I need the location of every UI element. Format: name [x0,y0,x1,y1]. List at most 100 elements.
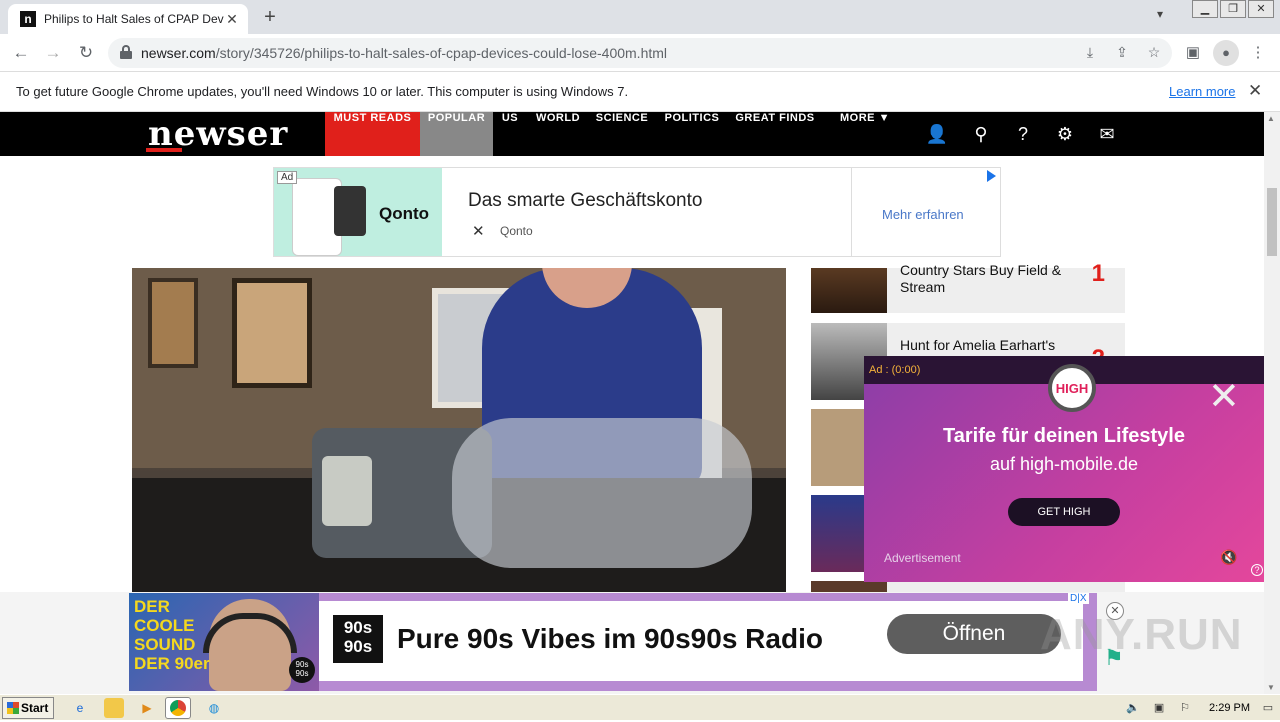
back-arrow-icon[interactable]: ← [8,40,34,66]
browser-toolbar: ← → ↻ newser.com/story/345726/philips-to… [0,34,1280,72]
nav-must-reads[interactable]: MUST READS [325,112,420,156]
x-brand-icon: ✕ [472,223,485,240]
restore-button[interactable]: ❐ [1220,0,1246,18]
nav-us[interactable]: US [497,112,523,156]
scroll-up-icon[interactable]: ▲ [1267,114,1275,123]
nav-politics[interactable]: POLITICS [661,112,723,156]
help-icon[interactable]: ? [1011,122,1035,146]
photo-cpap-mask [452,418,752,568]
list-item[interactable]: Country Stars Buy Field & Stream 1 [811,260,1125,313]
adchoices-icon[interactable] [987,170,996,182]
network-icon[interactable]: ▣ [1151,701,1167,715]
reload-icon[interactable]: ↻ [73,40,99,66]
top-ad-banner[interactable]: Qonto Ad Das smarte Geschäftskonto ✕ Qon… [273,167,1001,257]
nav-popular[interactable]: POPULAR [420,112,493,156]
top-ad-title[interactable]: Das smarte Geschäftskonto [468,190,702,212]
photo-cpap-screen [322,456,372,526]
photo-frame [232,278,312,388]
profile-avatar-icon[interactable]: ● [1213,40,1239,66]
edge-icon[interactable]: ◍ [204,698,224,718]
clock: 2:29 PM [1209,702,1250,714]
logo-underline [146,148,182,152]
float-ad-headline: Tarife für deinen Lifestyle [943,425,1185,447]
chrome-taskbar-icon[interactable] [165,697,191,719]
browser-tab[interactable]: n Philips to Halt Sales of CPAP Devices … [8,4,248,34]
help-icon[interactable]: ? [1251,564,1263,576]
start-label: Start [21,701,49,715]
newser-navbar: newser MUST READS POPULAR US WORLD SCIEN… [0,112,1264,156]
anyrun-watermark: ANY.RUN [1040,610,1243,659]
tab-search-chevron-icon[interactable]: ▾ [1150,7,1170,27]
install-icon[interactable]: ⤓ [1080,44,1100,61]
minimize-button[interactable]: ▁ [1192,0,1218,18]
mute-icon[interactable]: 🔇 [1220,549,1237,566]
nav-great-finds[interactable]: GREAT FINDS [733,112,817,156]
start-button[interactable]: Start [2,697,54,719]
page-scrollbar[interactable]: ▲ ▼ [1264,112,1280,694]
photo-frame [148,278,198,368]
bottom-ad-image: DER COOLE SOUND DER 90er 90s 90s [129,593,319,691]
learn-more-link[interactable]: Learn more [1169,84,1235,99]
mehr-erfahren-link[interactable]: Mehr erfahren [882,207,964,222]
floating-video-ad[interactable]: Ad : (0:00) HIGH ✕ Tarife für deinen Lif… [864,356,1264,582]
url-domain: newser.com [141,45,216,61]
nav-world[interactable]: WORLD [533,112,583,156]
flag-icon[interactable]: ⚐ [1177,701,1193,715]
oeffnen-button[interactable]: Öffnen [887,614,1061,654]
close-tab-icon[interactable]: ✕ [224,11,240,28]
scroll-down-icon[interactable]: ▼ [1267,683,1275,692]
scroll-thumb[interactable] [1267,188,1277,256]
bottom-ad-left-text: DER COOLE SOUND DER 90er [134,597,210,673]
show-desktop-icon[interactable]: ▭ [1260,701,1276,715]
address-bar[interactable]: newser.com/story/345726/philips-to-halt-… [108,38,1172,68]
side-thumb [811,268,887,313]
tab-title: Philips to Halt Sales of CPAP Devices [44,12,224,26]
ad-tag: Ad [277,171,298,184]
ie-icon[interactable]: e [70,698,90,718]
bottom-ad-title[interactable]: Pure 90s Vibes im 90s90s Radio [397,623,823,655]
share-icon[interactable]: ⇪ [1112,44,1132,61]
bookmark-star-icon[interactable]: ☆ [1144,44,1164,61]
get-high-button[interactable]: GET HIGH [1008,498,1120,526]
advertisement-label: Advertisement [884,551,961,565]
adchoices-icon[interactable]: D|X [1068,593,1089,604]
nav-science[interactable]: SCIENCE [593,112,651,156]
update-infobar: To get future Google Chrome updates, you… [0,72,1280,112]
top-ad-image: Qonto Ad [274,168,442,256]
side-title: Hunt for Amelia Earhart's [900,337,1056,353]
windows-taskbar: Start e ▶ ◍ 🔈 ▣ ⚐ 2:29 PM ▭ [0,694,1280,720]
side-rank: 1 [1091,260,1105,287]
qonto-logo: Qonto [379,204,430,223]
volume-icon[interactable]: 🔈 [1125,701,1141,715]
window-controls: ▁ ❐ ✕ [1190,0,1274,18]
bottom-ad-banner[interactable]: DER COOLE SOUND DER 90er 90s 90s 90s 90s… [129,593,1097,691]
nav-more[interactable]: MORE ▼ [836,112,894,156]
mail-icon[interactable]: ✉ [1095,122,1119,146]
menu-dots-icon[interactable]: ⋮ [1245,40,1271,66]
infobar-message: To get future Google Chrome updates, you… [16,84,629,99]
user-icon[interactable]: 👤 [925,122,949,146]
close-window-button[interactable]: ✕ [1248,0,1274,18]
settings-gear-icon[interactable]: ⚙ [1053,122,1077,146]
media-player-icon[interactable]: ▶ [137,698,157,718]
tab-strip: n Philips to Halt Sales of CPAP Devices … [0,0,1280,34]
lock-icon[interactable] [120,45,132,59]
article-photo[interactable] [132,268,786,594]
side-title: Country Stars Buy Field & Stream [900,262,1062,295]
float-ad-subline: auf high-mobile.de [989,454,1139,474]
forward-arrow-icon[interactable]: → [40,40,66,66]
new-tab-button[interactable]: + [258,5,282,29]
search-icon[interactable]: ⚲ [969,122,993,146]
infobar-close-icon[interactable]: ✕ [1248,81,1262,101]
system-tray: 🔈 ▣ ⚐ 2:29 PM ▭ [1125,695,1280,721]
bottom-ad-panel: 90s 90s Pure 90s Vibes im 90s90s Radio Ö… [319,601,1083,681]
page-viewport: newser MUST READS POPULAR US WORLD SCIEN… [0,112,1280,694]
float-ad-close-icon[interactable]: ✕ [1208,378,1240,416]
divider [851,168,852,256]
explorer-folder-icon[interactable] [104,698,124,718]
url-path: /story/345726/philips-to-halt-sales-of-c… [215,45,668,61]
radio-badge: 90s 90s [289,657,315,683]
ad-timer: Ad : (0:00) [869,364,921,376]
90s90s-logo: 90s 90s [333,615,383,663]
side-panel-icon[interactable]: ▣ [1180,40,1206,66]
